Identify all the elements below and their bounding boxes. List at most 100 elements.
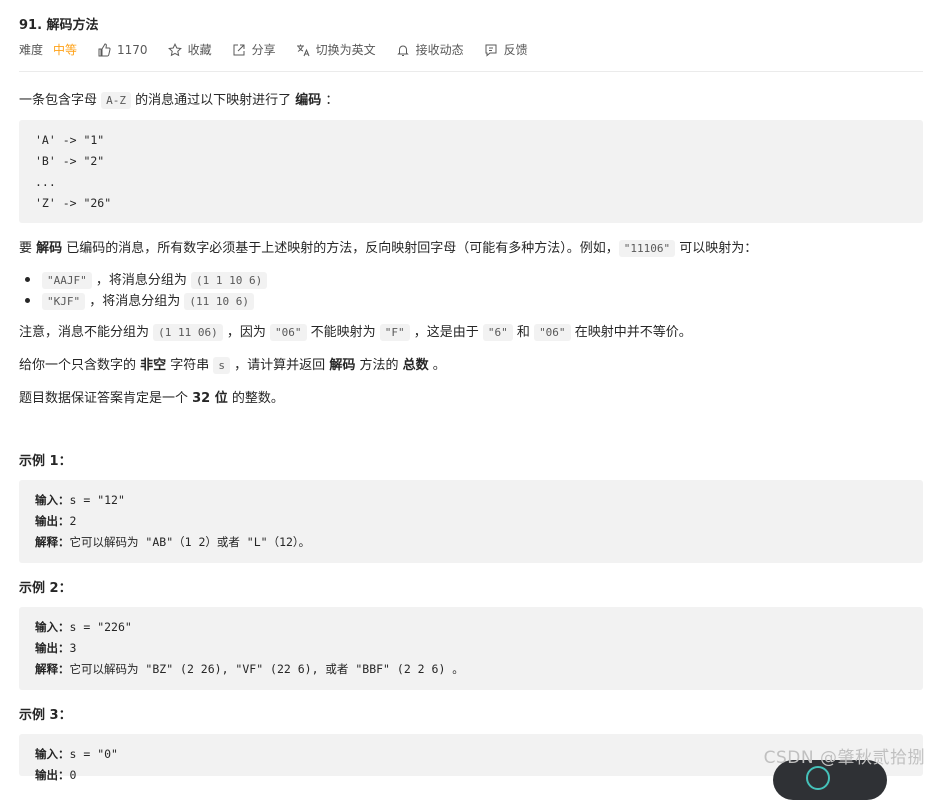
explain-label: 解释： bbox=[35, 662, 70, 676]
description-paragraph: 题目数据保证答案肯定是一个 32 位 的整数。 bbox=[19, 387, 284, 406]
notify-button[interactable]: 接收动态 bbox=[396, 41, 464, 58]
switch-language-label: 切换为英文 bbox=[315, 43, 376, 57]
text: 给你一个只含数字的 bbox=[19, 358, 141, 373]
list-item: "KJF" ，将消息分组为 (11 10 6) bbox=[19, 290, 254, 310]
thumbs-up-icon bbox=[98, 42, 111, 56]
text: ，将消息分组为 bbox=[91, 273, 192, 288]
example-input-line: 输入：s = "226" bbox=[35, 619, 132, 635]
bold-text: 总数 bbox=[402, 358, 429, 373]
inline-code: "F" bbox=[379, 324, 410, 341]
inline-code: (1 1 10 6) bbox=[191, 272, 268, 289]
input-value: s = "0" bbox=[69, 747, 118, 761]
text: 的消息通过以下映射进行了 bbox=[131, 93, 296, 108]
bold-text: 解码 bbox=[36, 241, 63, 256]
example-explain-line: 解释：它可以解码为 "AB"（1 2）或者 "L"（12）。 bbox=[35, 534, 310, 550]
example-output-line: 输出：2 bbox=[35, 513, 76, 529]
text: 要 bbox=[19, 241, 37, 256]
example-title: 示例 3： bbox=[19, 708, 72, 723]
difficulty-badge: 中等 bbox=[53, 43, 78, 57]
watermark: CSDN @肇秋贰拾捌 bbox=[763, 748, 925, 768]
bold-text: 32 位 bbox=[192, 391, 228, 406]
text: ： bbox=[321, 93, 339, 108]
inline-code: "AAJF" bbox=[42, 272, 92, 289]
inline-code: (11 10 6) bbox=[184, 293, 254, 310]
text: 注意，消息不能分组为 bbox=[19, 325, 154, 340]
output-value: 3 bbox=[69, 641, 77, 655]
output-label: 输出： bbox=[35, 514, 70, 528]
description-paragraph: 一条包含字母 A-Z 的消息通过以下映射进行了 编码 ： bbox=[19, 89, 339, 109]
text: 题目数据保证答案肯定是一个 bbox=[19, 391, 193, 406]
mapping-code-block: 'A' -> "1" 'B' -> "2" ... 'Z' -> "26" bbox=[19, 120, 923, 223]
text: ，因为 bbox=[222, 325, 271, 340]
output-label: 输出： bbox=[35, 641, 70, 655]
bold-text: 非空 bbox=[140, 358, 167, 373]
translate-icon bbox=[296, 44, 310, 56]
inline-code: "06" bbox=[270, 324, 307, 341]
page-title: 91. 解码方法 bbox=[19, 18, 99, 33]
difficulty-label: 难度 bbox=[19, 43, 44, 57]
input-value: s = "226" bbox=[69, 620, 132, 634]
text: 。 bbox=[428, 358, 446, 373]
text: ，这是由于 bbox=[409, 325, 483, 340]
like-button[interactable]: 1170 bbox=[97, 43, 148, 57]
code-line: 'B' -> "2" bbox=[35, 154, 105, 168]
output-label: 输出： bbox=[35, 768, 70, 782]
share-icon bbox=[233, 44, 245, 55]
input-label: 输入： bbox=[35, 620, 70, 634]
example-input-line: 输入：s = "12" bbox=[35, 492, 125, 508]
bold-text: 解码 bbox=[329, 358, 356, 373]
text: 在映射中并不等价。 bbox=[570, 325, 692, 340]
notify-label: 接收动态 bbox=[415, 43, 464, 57]
text: 和 bbox=[512, 325, 535, 340]
inline-code: s bbox=[213, 357, 231, 374]
divider bbox=[19, 71, 923, 72]
example-explain-line: 解释：它可以解码为 "BZ" (2 26), "VF" (22 6), 或者 "… bbox=[35, 661, 464, 677]
text: 的整数。 bbox=[227, 391, 284, 406]
input-value: s = "12" bbox=[69, 493, 125, 507]
inline-code: "6" bbox=[482, 324, 513, 341]
bullet-dot bbox=[25, 298, 30, 303]
share-label: 分享 bbox=[251, 43, 276, 57]
text: 方法的 bbox=[355, 358, 403, 373]
inline-code: A-Z bbox=[101, 92, 132, 109]
inline-code: "11106" bbox=[618, 240, 676, 257]
explain-value: 它可以解码为 "BZ" (2 26), "VF" (22 6), 或者 "BBF… bbox=[69, 662, 464, 676]
bullet-dot bbox=[25, 277, 30, 282]
share-button[interactable]: 分享 bbox=[232, 41, 276, 58]
collect-button[interactable]: 收藏 bbox=[167, 41, 212, 58]
example-input-line: 输入：s = "0" bbox=[35, 746, 118, 762]
collect-label: 收藏 bbox=[187, 43, 212, 57]
text: 一条包含字母 bbox=[19, 93, 102, 108]
description-paragraph: 注意，消息不能分组为 (1 11 06) ，因为 "06" 不能映射为 "F" … bbox=[19, 321, 692, 341]
text: 字符串 bbox=[166, 358, 214, 373]
switch-language-button[interactable]: 切换为英文 bbox=[296, 41, 376, 58]
explain-label: 解释： bbox=[35, 535, 70, 549]
output-value: 2 bbox=[69, 514, 77, 528]
code-line: 'Z' -> "26" bbox=[35, 196, 112, 210]
explain-value: 它可以解码为 "AB"（1 2）或者 "L"（12）。 bbox=[69, 535, 311, 549]
input-label: 输入： bbox=[35, 493, 70, 507]
text: 可以映射为： bbox=[675, 241, 758, 256]
example-title: 示例 2： bbox=[19, 581, 72, 596]
feedback-icon bbox=[485, 44, 497, 57]
loading-ring-icon bbox=[806, 766, 830, 790]
inline-code: "06" bbox=[534, 324, 571, 341]
feedback-label: 反馈 bbox=[503, 43, 528, 57]
bell-icon bbox=[396, 45, 409, 56]
example-code-block: 输入：s = "226" 输出：3 解释：它可以解码为 "BZ" (2 26),… bbox=[19, 607, 923, 690]
text: 已编码的消息，所有数字必须基于上述映射的方法，反向映射回字母（可能有多种方法）。… bbox=[62, 241, 619, 256]
example-title: 示例 1： bbox=[19, 454, 72, 469]
example-output-line: 输出：3 bbox=[35, 640, 76, 656]
text: 不能映射为 bbox=[306, 325, 380, 340]
bold-text: 编码 bbox=[295, 93, 322, 108]
inline-code: "KJF" bbox=[42, 293, 86, 310]
star-icon bbox=[167, 42, 182, 56]
feedback-button[interactable]: 反馈 bbox=[484, 41, 528, 58]
inline-code: (1 11 06) bbox=[153, 324, 223, 341]
code-line: ... bbox=[35, 175, 56, 189]
text: ，请计算并返回 bbox=[230, 358, 330, 373]
example-output-line: 输出：0 bbox=[35, 767, 76, 783]
list-item: "AAJF" ，将消息分组为 (1 1 10 6) bbox=[19, 269, 268, 289]
output-value: 0 bbox=[69, 768, 77, 782]
example-code-block: 输入：s = "12" 输出：2 解释：它可以解码为 "AB"（1 2）或者 "… bbox=[19, 480, 923, 563]
